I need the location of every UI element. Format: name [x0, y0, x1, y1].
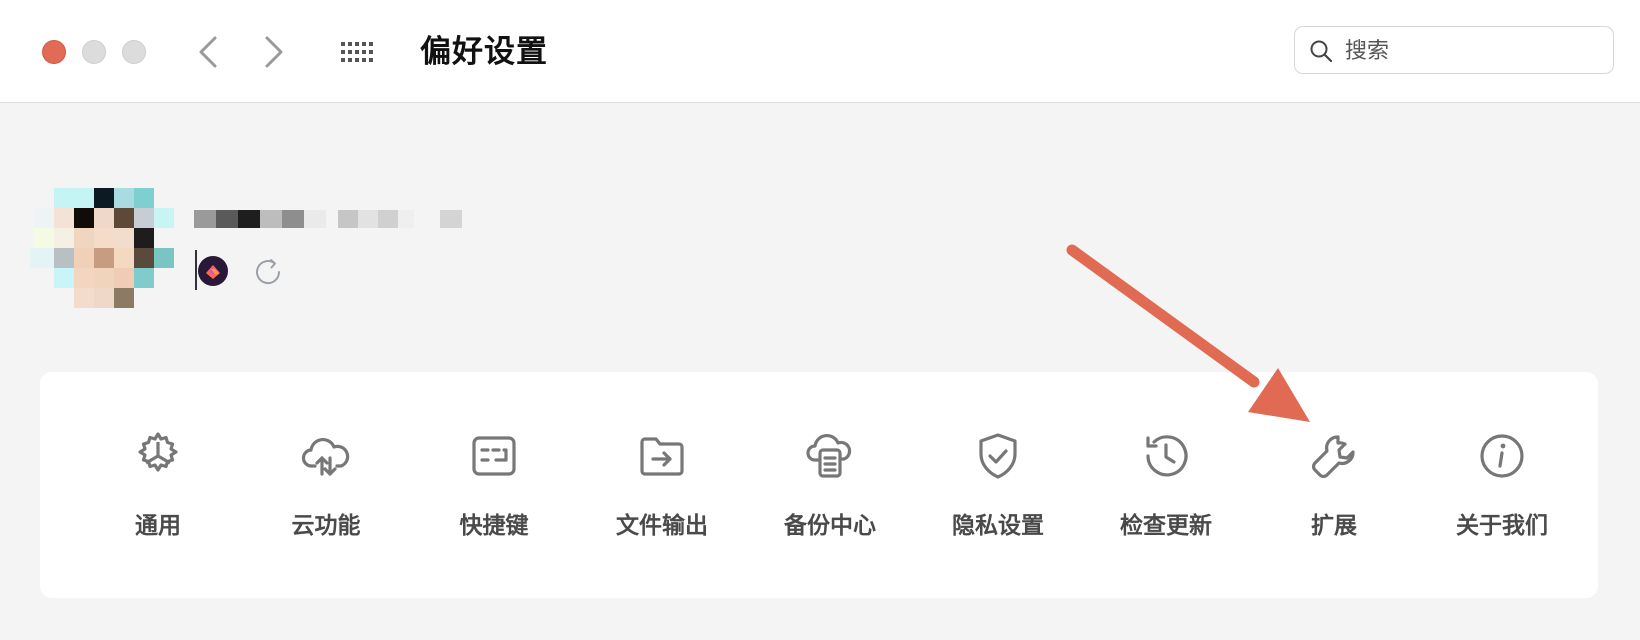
window-title: 偏好设置: [420, 34, 548, 70]
setting-privacy-label: 隐私设置: [952, 513, 1044, 539]
shield-check-icon: [979, 433, 1017, 479]
search-input[interactable]: [1343, 33, 1607, 69]
membership-badge: [198, 256, 228, 286]
setting-about-label: 关于我们: [1456, 513, 1548, 539]
setting-export[interactable]: 文件输出: [592, 430, 732, 560]
setting-backup-label: 备份中心: [784, 513, 876, 539]
grid-icon: [341, 42, 373, 62]
setting-general[interactable]: 通用: [88, 430, 228, 560]
wrench-icon: [1312, 435, 1355, 478]
badge-icon: [206, 265, 220, 279]
refresh-icon: [256, 259, 281, 284]
history-icon: [1146, 435, 1188, 477]
chevron-left-icon: [199, 36, 217, 68]
folder-export-icon: [640, 437, 684, 476]
chevron-right-icon: [265, 36, 283, 68]
zoom-window-button[interactable]: [122, 40, 146, 64]
setting-extensions-label: 扩展: [1311, 513, 1357, 539]
setting-update[interactable]: 检查更新: [1096, 430, 1236, 560]
back-button[interactable]: [190, 34, 226, 70]
forward-button[interactable]: [256, 34, 292, 70]
setting-about[interactable]: 关于我们: [1432, 430, 1572, 560]
search-box[interactable]: [1294, 26, 1614, 74]
info-icon: [1480, 434, 1524, 478]
setting-backup[interactable]: 备份中心: [760, 430, 900, 560]
setting-general-label: 通用: [135, 513, 181, 539]
search-icon: [1310, 40, 1333, 63]
gear-icon: [138, 432, 178, 472]
setting-shortcuts-label: 快捷键: [459, 513, 529, 539]
setting-shortcuts[interactable]: 快捷键: [424, 430, 564, 560]
minimize-window-button[interactable]: [82, 40, 106, 64]
setting-privacy[interactable]: 隐私设置: [928, 430, 1068, 560]
setting-update-label: 检查更新: [1120, 513, 1212, 539]
setting-extensions[interactable]: 扩展: [1264, 430, 1404, 560]
text-cursor: [195, 250, 197, 290]
show-all-button[interactable]: [338, 38, 374, 66]
username-obscured: [194, 210, 464, 228]
backup-cloud-icon: [806, 433, 852, 478]
settings-panel: 通用 云功能 快捷键 文件输出 备份中心 隐私设置 检查更新 扩展 关于我们: [40, 372, 1598, 598]
title-bar: 偏好设置: [0, 0, 1640, 103]
keyboard-icon: [472, 436, 516, 476]
avatar: [30, 188, 180, 310]
setting-export-label: 文件输出: [616, 513, 708, 539]
close-window-button[interactable]: [42, 40, 66, 64]
setting-cloud-label: 云功能: [291, 513, 361, 539]
refresh-button[interactable]: [252, 256, 284, 288]
setting-cloud[interactable]: 云功能: [256, 430, 396, 560]
cloud-upload-icon: [301, 437, 350, 476]
